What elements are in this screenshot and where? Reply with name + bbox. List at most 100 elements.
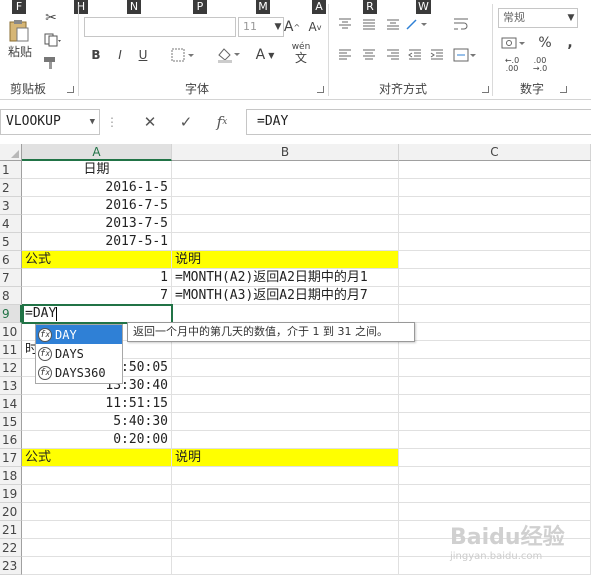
grid-cell[interactable] [399, 395, 591, 413]
accounting-format-icon[interactable] [500, 34, 528, 52]
grid-cell[interactable] [22, 557, 172, 575]
borders-icon[interactable] [170, 46, 198, 64]
grid-cell[interactable] [22, 539, 172, 557]
cell-b17[interactable]: 说明 [172, 449, 399, 467]
name-box[interactable]: VLOOKUP ▼ [0, 109, 100, 135]
increase-indent-icon[interactable] [428, 46, 446, 64]
more-options-icon[interactable]: ⋮ [106, 111, 118, 133]
grid-cell[interactable] [172, 503, 399, 521]
align-middle-icon[interactable] [360, 15, 378, 33]
grid-cell[interactable] [172, 341, 399, 359]
grid-cell[interactable] [172, 359, 399, 377]
clipboard-launcher-icon[interactable] [67, 86, 74, 93]
grid-cell[interactable] [172, 161, 399, 179]
grid-cell[interactable] [399, 341, 591, 359]
cell-a8[interactable]: 7 [22, 287, 172, 305]
italic-button[interactable]: I [112, 46, 128, 64]
row-header[interactable]: 3 [0, 197, 22, 215]
grid-cell[interactable] [399, 413, 591, 431]
column-header-a[interactable]: A [22, 144, 172, 161]
font-launcher-icon[interactable] [317, 86, 324, 93]
cell-a9[interactable]: =DAY [22, 304, 173, 324]
phonetic-button[interactable]: wén 文 [288, 42, 314, 66]
grid-cell[interactable] [399, 161, 591, 179]
grow-font-icon[interactable]: A ^ [282, 18, 302, 36]
align-center-icon[interactable] [360, 46, 378, 64]
grid-cell[interactable] [172, 233, 399, 251]
cell-a6[interactable]: 公式 [22, 251, 172, 269]
column-header-b[interactable]: B [172, 144, 399, 161]
align-right-icon[interactable] [384, 46, 402, 64]
grid-cell[interactable] [172, 521, 399, 539]
row-header[interactable]: 20 [0, 503, 22, 521]
chevron-down-icon[interactable]: ▼ [565, 9, 577, 27]
grid-cell[interactable] [399, 269, 591, 287]
cell-b6[interactable]: 说明 [172, 251, 399, 269]
row-header[interactable]: 8 [0, 287, 22, 305]
grid-cell[interactable] [399, 287, 591, 305]
align-top-icon[interactable] [336, 15, 354, 33]
decrease-decimal-icon[interactable]: .00 →.0 [528, 56, 552, 74]
row-header[interactable]: 18 [0, 467, 22, 485]
row-header[interactable]: 7 [0, 269, 22, 287]
row-header[interactable]: 14 [0, 395, 22, 413]
chevron-down-icon[interactable]: ▼ [90, 110, 95, 134]
cell-a4[interactable]: 2013-7-5 [22, 215, 172, 233]
paste-button[interactable] [5, 18, 33, 44]
grid-cell[interactable] [399, 305, 591, 323]
cell-a1[interactable]: 日期 [22, 161, 172, 179]
cell-b7[interactable]: =MONTH(A2)返回A2日期中的月1 [172, 269, 399, 287]
grid-cell[interactable] [172, 485, 399, 503]
align-bottom-icon[interactable] [384, 15, 402, 33]
grid-cell[interactable] [172, 431, 399, 449]
percent-icon[interactable]: % [535, 34, 555, 52]
cell-a3[interactable]: 2016-7-5 [22, 197, 172, 215]
grid-cell[interactable] [172, 377, 399, 395]
increase-decimal-icon[interactable]: ←.0.00 [500, 56, 524, 74]
underline-button[interactable]: U [135, 46, 151, 64]
autocomplete-list[interactable]: f x DAY f x DAYS f x DAYS360 [35, 324, 123, 384]
grid-cell[interactable] [399, 197, 591, 215]
row-header[interactable]: 13 [0, 377, 22, 395]
cancel-icon[interactable]: ✕ [137, 111, 163, 133]
number-launcher-icon[interactable] [560, 86, 567, 93]
orientation-icon[interactable] [404, 15, 430, 33]
row-header[interactable]: 11 [0, 341, 22, 359]
grid-cell[interactable] [22, 485, 172, 503]
font-color-icon[interactable]: A ▼ [252, 46, 278, 64]
grid-cell[interactable] [22, 503, 172, 521]
grid-cell[interactable] [399, 485, 591, 503]
cell-a7[interactable]: 1 [22, 269, 172, 287]
grid-cell[interactable] [399, 323, 591, 341]
row-header[interactable]: 12 [0, 359, 22, 377]
alignment-launcher-icon[interactable] [482, 86, 489, 93]
grid-cell[interactable] [172, 557, 399, 575]
format-painter-icon[interactable] [42, 55, 60, 71]
grid-cell[interactable] [399, 233, 591, 251]
autocomplete-item-days360[interactable]: f x DAYS360 [36, 363, 122, 382]
grid-cell[interactable] [399, 431, 591, 449]
copy-icon[interactable] [42, 32, 64, 48]
grid-cell[interactable] [399, 215, 591, 233]
shrink-font-icon[interactable]: Av [305, 18, 325, 36]
wrap-text-icon[interactable] [452, 15, 470, 33]
row-header[interactable]: 22 [0, 539, 22, 557]
cell-a5[interactable]: 2017-5-1 [22, 233, 172, 251]
fill-color-icon[interactable] [215, 46, 243, 64]
comma-style-icon[interactable]: , [562, 34, 578, 52]
row-header[interactable]: 16 [0, 431, 22, 449]
grid-cell[interactable] [172, 539, 399, 557]
row-header[interactable]: 17 [0, 449, 22, 467]
grid-cell[interactable] [22, 521, 172, 539]
row-header[interactable]: 23 [0, 557, 22, 575]
grid-cell[interactable] [399, 359, 591, 377]
grid-cell[interactable] [172, 179, 399, 197]
insert-function-icon[interactable]: fx [209, 111, 235, 133]
column-header-c[interactable]: C [399, 144, 591, 161]
cell-a15[interactable]: 0:20:00 [22, 431, 172, 449]
grid-cell[interactable] [172, 215, 399, 233]
row-header[interactable]: 9 [0, 305, 22, 323]
grid-cell[interactable] [172, 305, 399, 323]
grid-cell[interactable] [172, 467, 399, 485]
row-header[interactable]: 19 [0, 485, 22, 503]
